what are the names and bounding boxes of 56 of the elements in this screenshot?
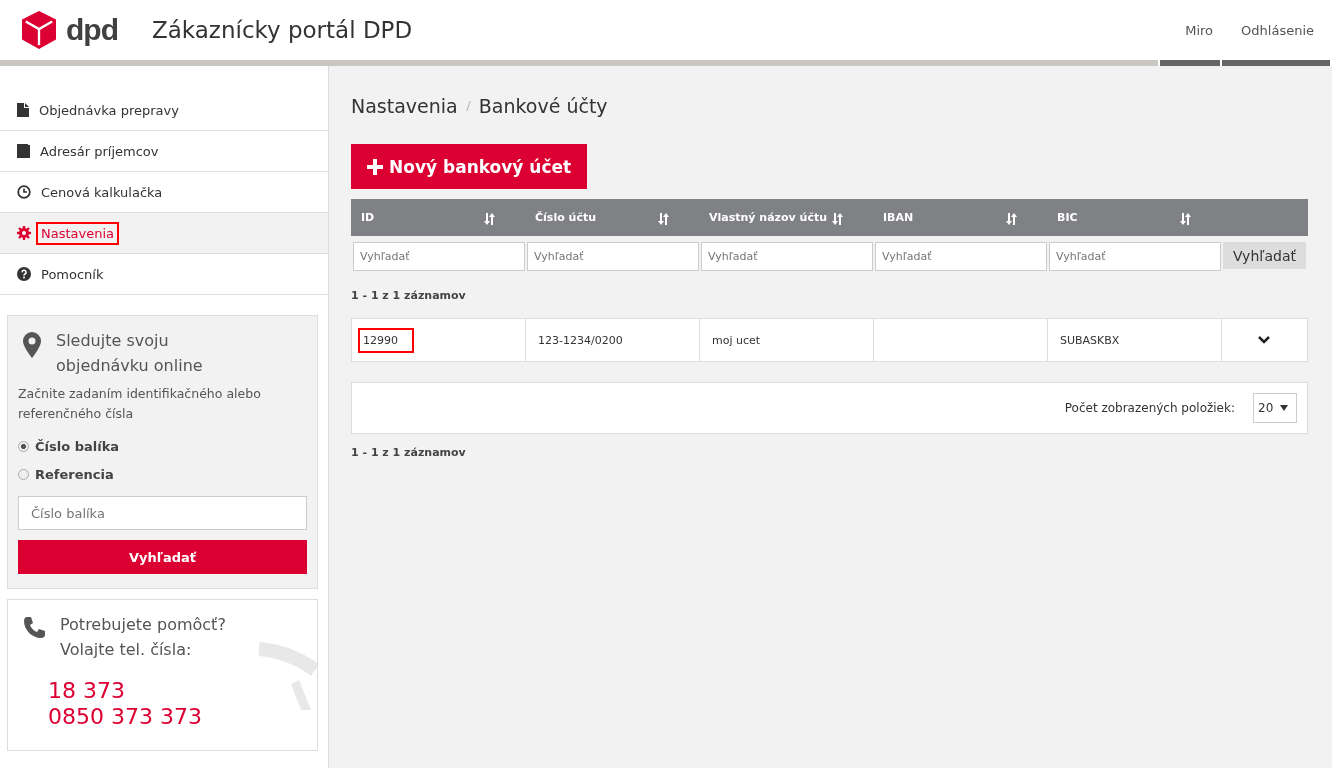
user-link[interactable]: Miro [1185,22,1214,38]
document-icon [17,103,29,117]
table-cell-text: 123-1234/0200 [537,332,624,349]
record-count: 1 - 1 z 1 záznamov [351,289,467,302]
column-header[interactable]: BIC [1047,199,1221,236]
help-title: Potrebujete pomôcť? Volajte tel. čísla: [60,614,227,661]
parcel-number-field[interactable]: Číslo balíka [18,496,307,530]
phone-number-link[interactable]: 18 373 [48,678,307,704]
radio-option[interactable]: Referencia [18,460,307,488]
chevron-down-icon[interactable] [1257,336,1270,344]
column-filter-field[interactable]: Vyhľadať [875,242,1047,271]
table-cell-text: moj ucet [711,332,762,349]
dropdown-arrow-icon [1280,405,1288,411]
help-icon [17,267,31,281]
sort-icon[interactable] [658,213,670,225]
phone-icon [22,616,46,640]
column-header[interactable]: Číslo účtu [525,199,699,236]
page-size-select[interactable]: 20 [1253,393,1297,423]
table-cell: 12990 [358,327,414,353]
map-pin-icon [22,332,42,358]
logo-text: dpd [66,13,118,47]
column-filter-field[interactable]: Vyhľadať [353,242,525,271]
sort-icon[interactable] [1006,213,1018,225]
sidebar-item[interactable]: Adresár príjemcov [0,131,328,172]
column-filter-field[interactable]: Vyhľadať [1049,242,1221,271]
sidebar-item[interactable]: Nastavenia [0,213,328,254]
table-cell-text: SUBASKBX [1059,332,1121,349]
column-header[interactable]: ID [351,199,525,236]
portal-title: Zákaznícky portál DPD [152,17,413,43]
cube-logo-icon [22,11,56,49]
filter-search-button[interactable]: Vyhľadať [1223,242,1306,269]
column-filter-field[interactable]: Vyhľadať [527,242,699,271]
search-button[interactable]: Vyhľadať [18,540,307,574]
sidebar-item[interactable]: Objednávka prepravy [0,90,328,131]
breadcrumb-current: Bankové účty [478,95,608,117]
sort-icon[interactable] [832,213,844,225]
column-header[interactable]: IBAN [873,199,1047,236]
tracking-description: Začnite zadaním identifikačného alebo referenčného čísla [18,385,262,423]
sort-icon[interactable] [484,213,496,225]
radio-option[interactable]: Číslo balíka [18,432,307,460]
logout-link[interactable]: Odhlásenie [1241,22,1314,38]
phone-number-link[interactable]: 0850 373 373 [48,704,307,730]
sort-icon[interactable] [1180,213,1192,225]
breadcrumb-link[interactable]: Nastavenia [351,95,458,117]
new-bank-account-button[interactable]: Nový bankový účet [351,144,588,189]
book-icon [17,144,30,158]
page-size-label: Počet zobrazených položiek: [1064,401,1235,415]
column-filter-field[interactable]: Vyhľadať [701,242,873,271]
tracking-title: Sledujte svoju objednávku online [56,330,204,377]
clock-icon [17,185,31,199]
table-row[interactable]: 12990 123-1234/0200 moj ucet SUBASKBX [351,318,1308,362]
record-count: 1 - 1 z 1 záznamov [351,446,467,459]
sidebar-item[interactable]: Pomocník [0,254,328,295]
plus-icon [367,158,383,175]
column-header[interactable]: Vlastný názov účtu [699,199,873,236]
gear-icon [17,226,31,240]
